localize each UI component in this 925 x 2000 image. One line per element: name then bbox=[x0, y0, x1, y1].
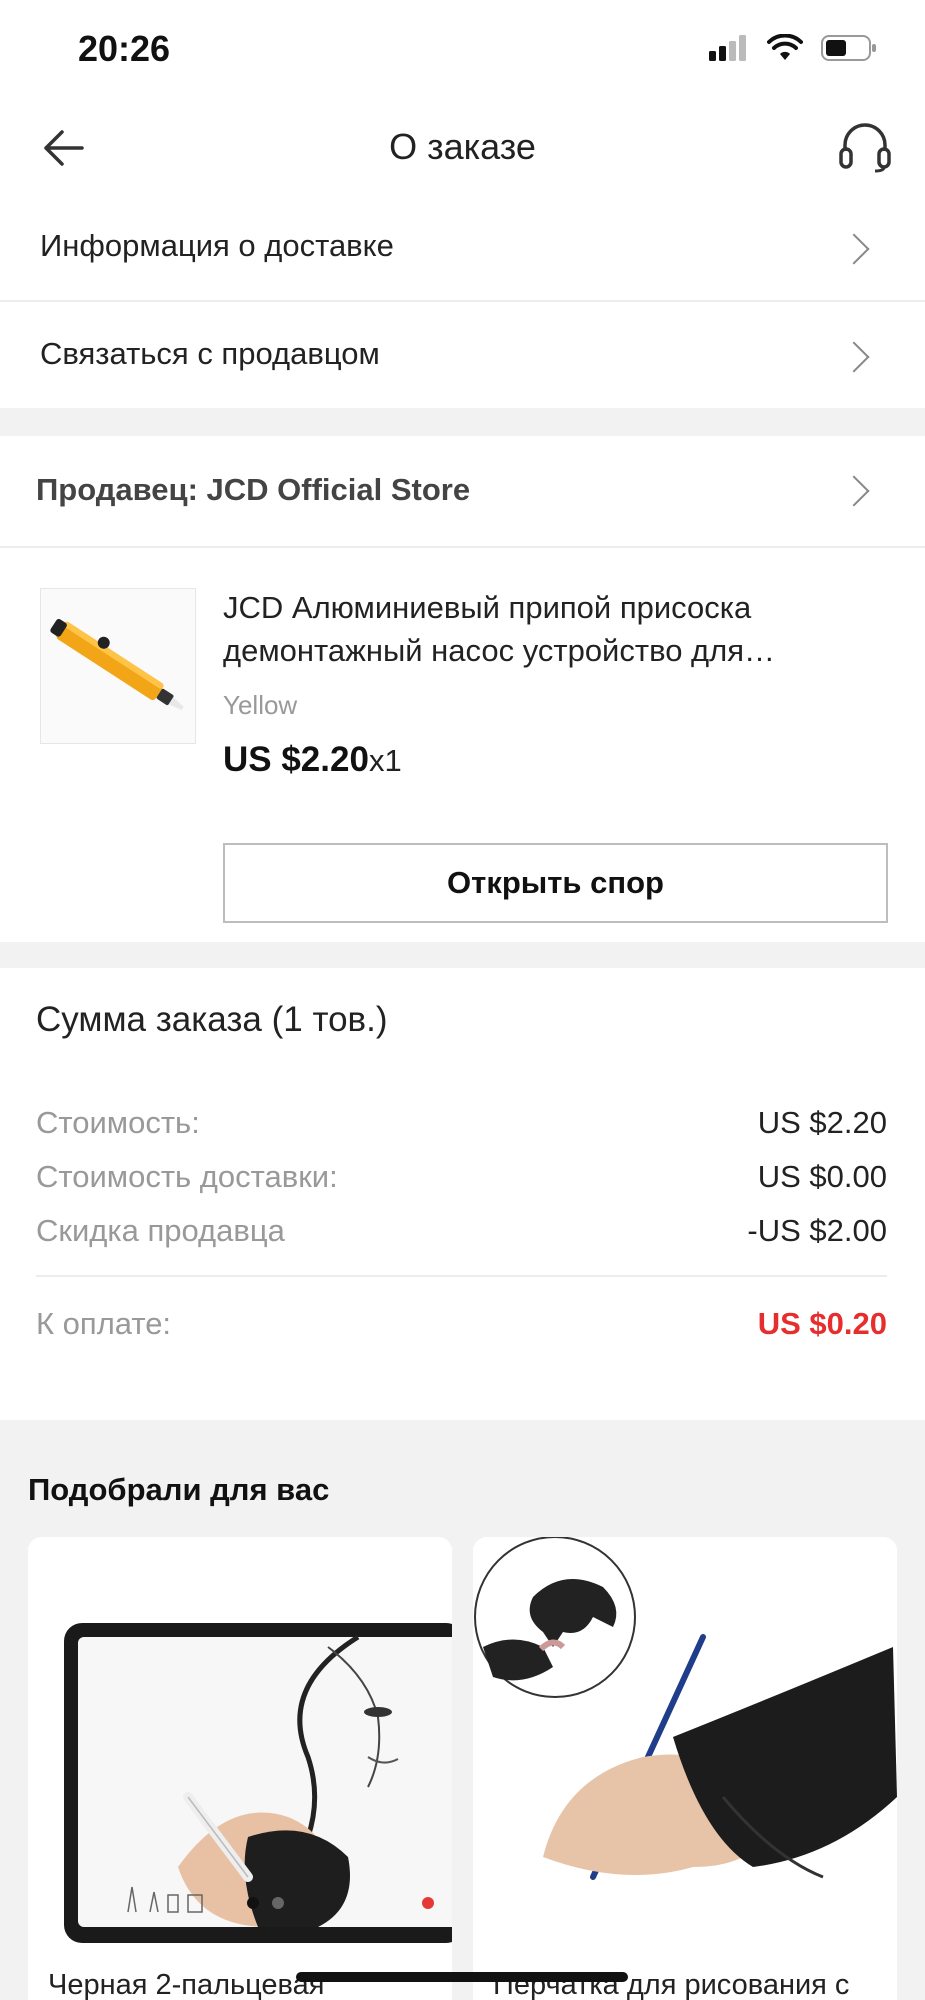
recommendations-title: Подобрали для вас bbox=[28, 1472, 330, 1507]
delivery-info-label: Информация о доставке bbox=[40, 228, 394, 263]
divider bbox=[0, 546, 925, 548]
order-summary-title: Сумма заказа (1 тов.) bbox=[36, 1000, 388, 1039]
seller-discount-value: -US $2.00 bbox=[747, 1213, 887, 1248]
status-icons bbox=[709, 32, 877, 68]
total-label: К оплате: bbox=[36, 1306, 172, 1341]
product-price: US $2.20x1 bbox=[223, 740, 402, 780]
page-title: О заказе bbox=[389, 126, 536, 167]
header: О заказе bbox=[0, 100, 925, 200]
shipping-label: Стоимость доставки: bbox=[36, 1159, 338, 1194]
delivery-info-row[interactable]: Информация о доставке bbox=[0, 200, 925, 300]
subtotal-label: Стоимость: bbox=[36, 1105, 200, 1140]
section-gap bbox=[0, 942, 925, 968]
battery-icon bbox=[821, 34, 877, 67]
seller-row[interactable]: Продавец: JCD Official Store bbox=[0, 436, 925, 546]
recommendation-card[interactable]: Черная 2-пальцевая bbox=[28, 1537, 452, 2000]
subtotal-value: US $2.20 bbox=[757, 1105, 887, 1140]
product-image bbox=[28, 1537, 452, 1957]
headset-icon bbox=[837, 122, 893, 178]
seller-name: Продавец: JCD Official Store bbox=[36, 472, 471, 507]
status-bar: 20:26 bbox=[0, 0, 925, 100]
home-indicator[interactable] bbox=[296, 1972, 628, 1982]
recommendations-section: Подобрали для вас Черная 2-пальцевая Пер… bbox=[0, 1420, 925, 2000]
status-time: 20:26 bbox=[78, 28, 171, 69]
open-dispute-button[interactable]: Открыть спор bbox=[223, 843, 888, 923]
product-quantity: x1 bbox=[368, 743, 402, 778]
contact-seller-label: Связаться с продавцом bbox=[40, 336, 380, 371]
cellular-signal-icon bbox=[709, 34, 749, 66]
support-button[interactable] bbox=[835, 120, 895, 180]
product-image[interactable] bbox=[40, 588, 196, 744]
recommendation-card[interactable]: Перчатка для рисования с bbox=[473, 1537, 897, 2000]
product-variant: Yellow bbox=[223, 690, 298, 720]
chevron-right-icon bbox=[838, 475, 870, 507]
contact-seller-row[interactable]: Связаться с продавцом bbox=[0, 302, 925, 408]
chevron-right-icon bbox=[838, 233, 870, 265]
shipping-value: US $0.00 bbox=[757, 1159, 887, 1194]
summary-divider bbox=[36, 1275, 887, 1277]
wifi-icon bbox=[767, 33, 803, 67]
seller-discount-label: Скидка продавца bbox=[36, 1213, 285, 1248]
product-title[interactable]: JCD Алюминиевый припой присоска демонтаж… bbox=[223, 586, 888, 672]
total-value: US $0.20 bbox=[757, 1306, 887, 1341]
section-gap bbox=[0, 408, 925, 436]
product-image bbox=[473, 1537, 897, 1957]
chevron-right-icon bbox=[838, 341, 870, 373]
price-value: US $2.20 bbox=[223, 740, 369, 779]
